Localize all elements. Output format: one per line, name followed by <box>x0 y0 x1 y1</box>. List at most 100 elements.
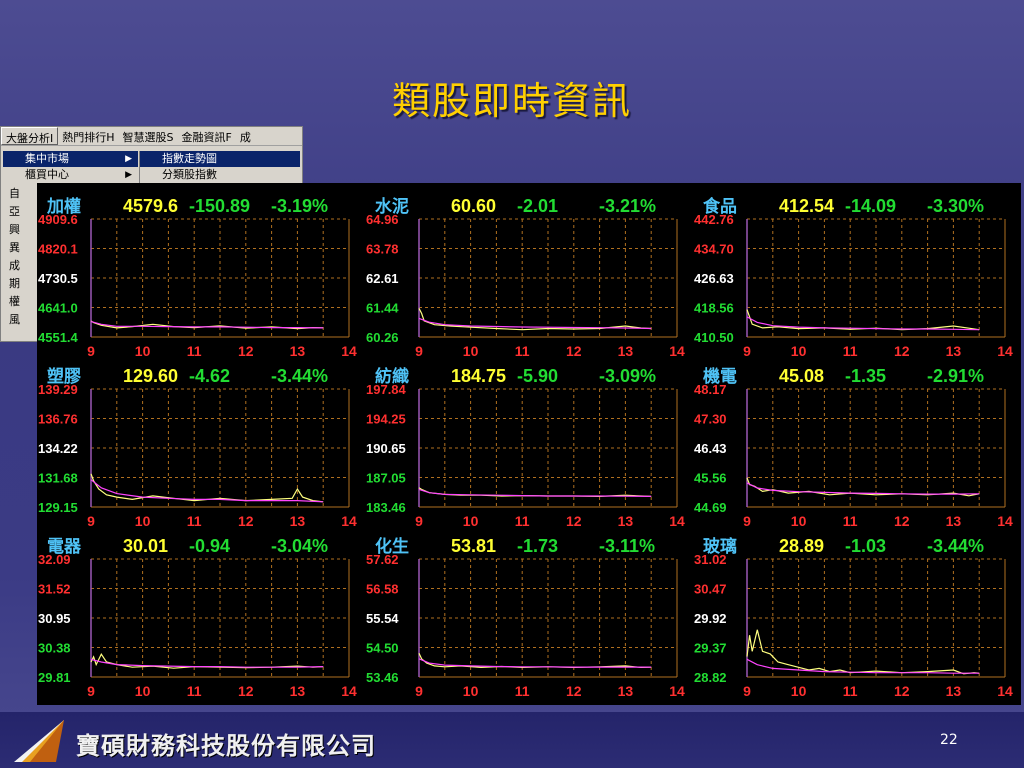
x-tick-label: 11 <box>843 683 858 699</box>
menu-bar-item[interactable]: 成 <box>236 127 255 145</box>
sector-chart-svg: 197.84194.25190.65187.05183.469 10 11 12 13 1… <box>366 382 685 529</box>
y-tick-label: 4551.4 <box>38 330 79 345</box>
y-tick-label: 4909.6 <box>38 212 78 227</box>
menu-bar-item[interactable]: 大盤分析I <box>1 127 59 145</box>
y-tick-label: 190.65 <box>366 441 406 456</box>
menu-item-main-market[interactable]: 集中市場 ▶ <box>3 151 138 167</box>
sector-chart: 機電 45.08 -1.35 -2.91% 48.17 47.30 46.43 45.56 44… <box>693 355 1021 529</box>
y-tick-label: 63.78 <box>366 242 399 257</box>
sector-charts-panel: 加權 4579.6 -150.89 -3.19% 4909.6 4820.1 4730.5 4… <box>37 183 1021 705</box>
y-tick-label: 442.76 <box>694 212 734 227</box>
price-line <box>746 629 980 675</box>
x-tick-label: 10 <box>791 683 807 699</box>
menu-bar: 大盤分析I 熱門排行H 智慧選股S 金融資訊F 成 <box>1 127 302 146</box>
y-tick-label: 44.69 <box>694 500 727 515</box>
y-tick-label: 139.29 <box>38 382 78 397</box>
sector-chart: 玻璃 28.89 -1.03 -3.44% 31.02 30.47 29.92 29.37 28… <box>693 525 1021 699</box>
y-tick-label: 45.56 <box>694 471 727 486</box>
menu-item-index-trend[interactable]: 指數走勢圖 <box>140 151 300 167</box>
y-tick-label: 131.68 <box>38 471 78 486</box>
x-tick-label: 11 <box>187 683 202 699</box>
sector-chart-svg: 32.09 31.52 30.95 30.38 29.81 9 10 11 12 13 14 <box>38 552 357 699</box>
y-tick-label: 60.26 <box>366 330 399 345</box>
x-tick-label: 14 <box>997 683 1013 699</box>
y-tick-label: 32.09 <box>38 552 71 567</box>
menu-bar-item[interactable]: 熱門排行H <box>58 127 118 145</box>
y-tick-label: 57.62 <box>366 552 399 567</box>
sector-chart: 加權 4579.6 -150.89 -3.19% 4909.6 4820.1 4730.5 4… <box>37 185 365 359</box>
sector-chart: 紡織 184.75 -5.90 -3.09% 197.84 194.25 190.65 187… <box>365 355 693 529</box>
page-number: 22 <box>940 732 958 748</box>
x-tick-label: 12 <box>566 683 582 699</box>
y-tick-label: 30.38 <box>38 641 71 656</box>
menu-item-otc[interactable]: 櫃買中心 ▶ <box>3 167 138 183</box>
x-tick-label: 10 <box>135 683 151 699</box>
submenu-market: 集中市場 ▶ 櫃買中心 ▶ <box>3 151 138 183</box>
y-tick-label: 410.50 <box>694 330 734 345</box>
sector-chart-svg: 64.9663.7862.6161.4460.269 10 11 12 13 14 <box>366 212 685 359</box>
sector-chart-svg: 442.76434.70426.63418.56410.509 10 11 12 13 1… <box>694 212 1013 359</box>
x-tick-label: 9 <box>743 683 751 699</box>
slide-title: 類股即時資訊 <box>391 79 632 123</box>
sector-chart-svg: 31.02 30.47 29.92 29.37 28.82 9 10 11 12 13 14 <box>694 552 1013 699</box>
sector-chart: 塑膠 129.60 -4.62 -3.44% 139.29 136.76 134.22 131… <box>37 355 365 529</box>
submenu-index: 指數走勢圖 分類股指數 <box>139 151 300 183</box>
x-tick-label: 13 <box>290 683 306 699</box>
x-tick-label: 12 <box>238 683 254 699</box>
average-line <box>746 482 980 495</box>
x-tick-label: 9 <box>415 683 423 699</box>
sector-chart-svg: 139.29136.76134.22131.68129.159 10 11 12 13 1… <box>38 382 357 529</box>
menu-item-sector-index[interactable]: 分類股指數 <box>140 167 300 183</box>
sector-chart: 化生 53.81 -1.73 -3.11% 57.62 56.58 55.54 54.50 53… <box>365 525 693 699</box>
y-tick-label: 29.92 <box>694 611 727 626</box>
y-tick-label: 136.76 <box>38 412 78 427</box>
chevron-right-icon: ▶ <box>125 170 132 180</box>
x-tick-label: 9 <box>87 683 95 699</box>
company-name: 寶碩財務科技股份有限公司 <box>76 732 376 760</box>
y-tick-label: 129.15 <box>38 500 78 515</box>
y-tick-label: 31.02 <box>694 552 727 567</box>
menu-bar-item[interactable]: 金融資訊F <box>178 127 236 145</box>
y-tick-label: 29.37 <box>694 641 727 656</box>
x-tick-label: 14 <box>341 683 357 699</box>
average-line <box>746 316 980 331</box>
y-tick-label: 55.54 <box>366 611 399 626</box>
y-tick-label: 54.50 <box>366 641 399 656</box>
x-tick-label: 13 <box>946 683 962 699</box>
y-tick-label: 53.46 <box>366 670 399 685</box>
sector-chart: 食品 412.54 -14.09 -3.30% 442.76 434.70 426.63 41… <box>693 185 1021 359</box>
sector-chart-svg: 48.1747.3046.4345.5644.699 10 11 12 13 14 <box>694 382 1013 529</box>
y-tick-label: 434.70 <box>694 242 734 257</box>
y-tick-label: 46.43 <box>694 441 727 456</box>
y-tick-label: 31.52 <box>38 582 71 597</box>
sector-chart-svg: 57.62 56.58 55.54 54.50 53.46 9 10 11 12 13 14 <box>366 552 685 699</box>
sector-chart: 電器 30.01 -0.94 -3.04% 32.09 31.52 30.95 30.38 29… <box>37 525 365 699</box>
y-tick-label: 4730.5 <box>38 271 78 286</box>
y-tick-label: 4641.0 <box>38 301 78 316</box>
company-logo-icon <box>14 720 64 762</box>
y-tick-label: 187.05 <box>366 471 406 486</box>
sector-chart-svg: 4909.64820.14730.54641.04551.49 10 11 12 13 1… <box>38 212 357 359</box>
y-tick-label: 194.25 <box>366 412 406 427</box>
y-tick-label: 61.44 <box>366 301 399 316</box>
x-tick-label: 12 <box>894 683 910 699</box>
x-tick-label: 10 <box>463 683 479 699</box>
y-tick-label: 426.63 <box>694 271 734 286</box>
y-tick-label: 56.58 <box>366 582 399 597</box>
y-tick-label: 30.47 <box>694 582 727 597</box>
x-tick-label: 14 <box>669 683 685 699</box>
chevron-right-icon: ▶ <box>125 154 132 164</box>
sector-chart: 水泥 60.60 -2.01 -3.21% 64.96 63.78 62.61 61.44 60… <box>365 185 693 359</box>
y-tick-label: 47.30 <box>694 412 727 427</box>
x-tick-label: 11 <box>515 683 530 699</box>
y-tick-label: 48.17 <box>694 382 727 397</box>
y-tick-label: 62.61 <box>366 271 399 286</box>
y-tick-label: 183.46 <box>366 500 406 515</box>
y-tick-label: 418.56 <box>694 301 734 316</box>
y-tick-label: 29.81 <box>38 670 71 685</box>
y-tick-label: 64.96 <box>366 212 399 227</box>
x-tick-label: 13 <box>618 683 634 699</box>
y-tick-label: 28.82 <box>694 670 727 685</box>
menu-bar-item[interactable]: 智慧選股S <box>119 127 178 145</box>
y-tick-label: 134.22 <box>38 441 78 456</box>
